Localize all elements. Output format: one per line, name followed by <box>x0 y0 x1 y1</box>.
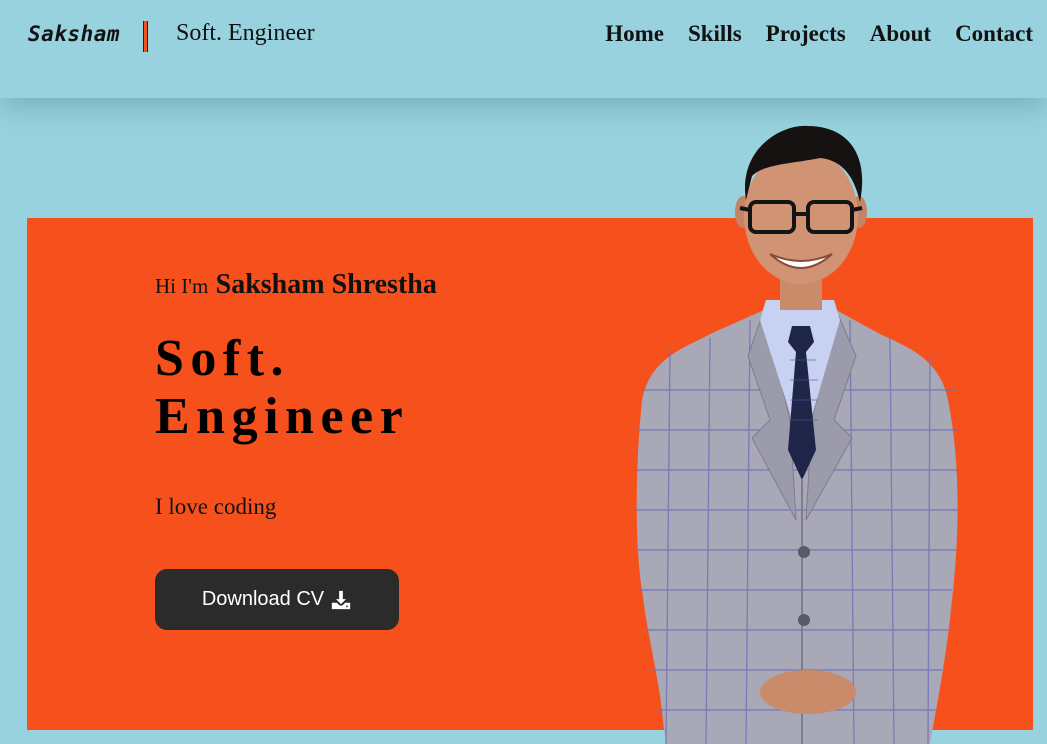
nav-contact[interactable]: Contact <box>955 21 1033 47</box>
hero-name: Saksham Shrestha <box>215 269 437 300</box>
nav-projects[interactable]: Projects <box>766 21 846 47</box>
nav-skills[interactable]: Skills <box>688 21 742 47</box>
profile-photo <box>636 125 958 744</box>
download-cv-button[interactable]: Download CV <box>155 569 399 630</box>
main-nav: Home Skills Projects About Contact <box>605 21 1033 47</box>
download-icon <box>331 590 351 609</box>
logo-divider <box>143 21 148 52</box>
nav-about[interactable]: About <box>870 21 931 47</box>
hero-role: Soft. Engineer <box>155 330 410 445</box>
hero-greeting: Hi I'm Saksham Shrestha <box>155 269 437 301</box>
nav-home[interactable]: Home <box>605 21 664 47</box>
site-header: Saksham Soft. Engineer Home Skills Proje… <box>0 0 1047 98</box>
header-tagline: Soft. Engineer <box>176 20 315 46</box>
download-cv-label: Download CV <box>201 588 325 610</box>
greeting-text: Hi I'm <box>155 274 209 298</box>
logo[interactable]: Saksham <box>28 22 120 46</box>
hero-bio: I love coding <box>155 494 277 519</box>
